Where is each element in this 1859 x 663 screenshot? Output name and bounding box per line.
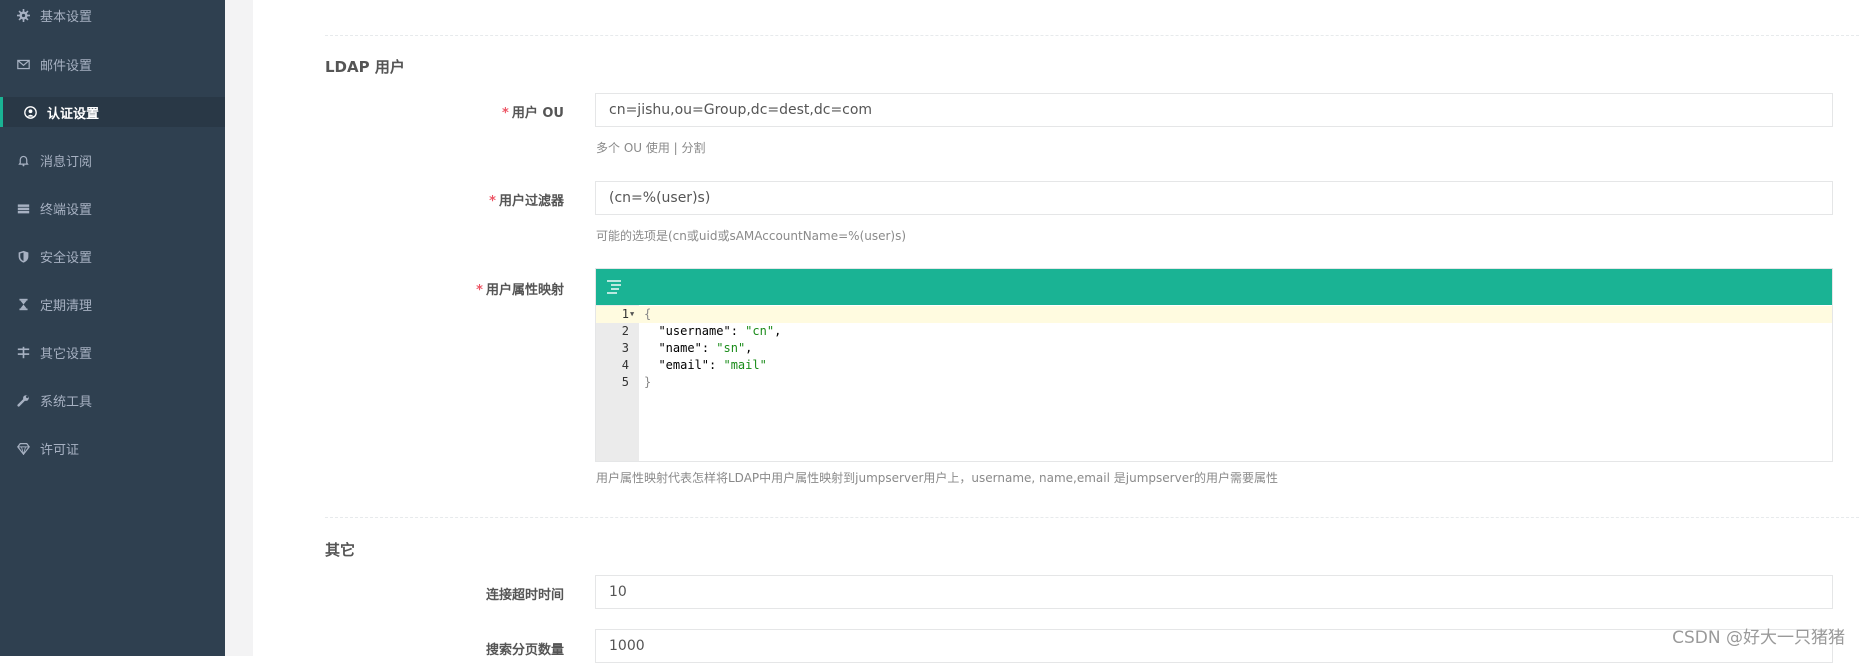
sidebar-item-security-settings[interactable]: 安全设置 [0,241,225,271]
section-title-ldap-user: LDAP 用户 [325,58,405,76]
sidebar-item-label: 认证设置 [47,106,100,122]
user-filter-input[interactable]: (cn=%(user)s) [595,181,1833,215]
user-ou-value: cn=jishu,ou=Group,dc=dest,dc=com [609,102,873,118]
user-ou-help: 多个 OU 使用 | 分割 [596,141,706,155]
sidebar-item-label: 消息订阅 [40,154,93,170]
watermark: CSDN @好大一只猪猪 [1672,628,1845,648]
sliders-icon [16,345,30,359]
bell-icon [16,153,30,167]
sidebar-item-periodic-cleanup[interactable]: 定期清理 [0,289,225,319]
json-value: "sn" [716,341,746,355]
main-content: LDAP 用户 * 用户 OU cn=jishu,ou=Group,dc=dest… [253,0,1859,663]
sidebar-item-label: 终端设置 [40,202,93,218]
sidebar-item-system-tools[interactable]: 系统工具 [0,385,225,415]
sidebar-item-email-settings[interactable]: 邮件设置 [0,49,225,79]
fold-arrow-icon[interactable]: ▼ [630,311,634,318]
connect-timeout-value: 10 [609,584,627,600]
format-icon[interactable] [604,277,624,297]
code-line: 4 "email": "mail" [596,357,1832,374]
envelope-icon [16,57,30,71]
user-filter-help: 可能的选项是(cn或uid或sAMAccountName=%(user)s) [596,229,907,243]
page-gutter [225,0,253,656]
user-ou-input[interactable]: cn=jishu,ou=Group,dc=dest,dc=com [595,93,1833,127]
search-page-size-input[interactable]: 1000 [595,629,1833,663]
sidebar-item-other-settings[interactable]: 其它设置 [0,337,225,367]
user-filter-value: (cn=%(user)s) [609,190,711,206]
sidebar-item-license[interactable]: 许可证 [0,433,225,463]
json-key: "email" [658,358,710,372]
sidebar-item-basic-settings[interactable]: 基本设置 [0,0,225,30]
required-mark: * [476,283,483,298]
server-icon [16,201,30,215]
sidebar-item-label: 基本设置 [40,9,93,25]
code-line: 1 ▼ { [596,306,1832,323]
shield-icon [16,249,30,263]
code-line: 3 "name": "sn", [596,340,1832,357]
divider [325,517,1859,518]
sidebar-item-label: 许可证 [40,442,80,458]
sidebar-item-label: 系统工具 [40,394,93,410]
code-brace: } [644,375,652,389]
line-number: 1 [621,307,629,321]
json-value: "mail" [723,358,767,372]
wrench-icon [16,393,30,407]
connect-timeout-label: 连接超时时间 [485,588,564,603]
json-value: "cn" [745,324,775,338]
code-line: 2 "username": "cn", [596,323,1832,340]
json-editor[interactable]: 1 ▼ { 2 "username": "cn", 3 "name": "sn"… [595,268,1833,462]
connect-timeout-input[interactable]: 10 [595,575,1833,609]
sidebar-item-message-subscription[interactable]: 消息订阅 [0,145,225,175]
diamond-icon [16,441,30,455]
search-page-size-label: 搜索分页数量 [485,643,564,658]
section-title-other: 其它 [325,541,356,559]
sidebar-item-label: 定期清理 [40,298,93,314]
user-filter-label: * 用户过滤器 [489,194,564,209]
sidebar: 基本设置 邮件设置 认证设置 消息订阅 终端设置 安全设置 定期清理 其它设置 … [0,0,228,656]
json-key: "name" [658,341,702,355]
sidebar-item-label: 安全设置 [40,250,93,266]
required-mark: * [502,106,509,121]
required-mark: * [489,194,496,209]
user-attr-map-help: 用户属性映射代表怎样将LDAP中用户属性映射到jumpserver用户上，use… [596,471,1279,485]
json-editor-toolbar [596,269,1832,305]
sidebar-item-label: 邮件设置 [40,58,93,74]
code-line: 5 } [596,374,1832,391]
json-key: "username" [658,324,731,338]
line-number: 3 [621,341,629,355]
hourglass-icon [16,297,30,311]
search-page-size-value: 1000 [609,638,645,654]
sidebar-item-terminal-settings[interactable]: 终端设置 [0,193,225,223]
line-number: 2 [621,324,629,338]
line-number: 5 [621,375,629,389]
gear-icon [16,8,30,22]
user-ou-label: * 用户 OU [502,106,564,121]
sidebar-item-auth-settings[interactable]: 认证设置 [0,97,228,127]
line-number: 4 [621,358,629,372]
divider [325,35,1859,36]
sidebar-item-label: 其它设置 [40,346,93,362]
code-brace: { [644,307,652,321]
user-circle-icon [23,105,37,119]
user-attr-map-label: * 用户属性映射 [476,283,564,298]
